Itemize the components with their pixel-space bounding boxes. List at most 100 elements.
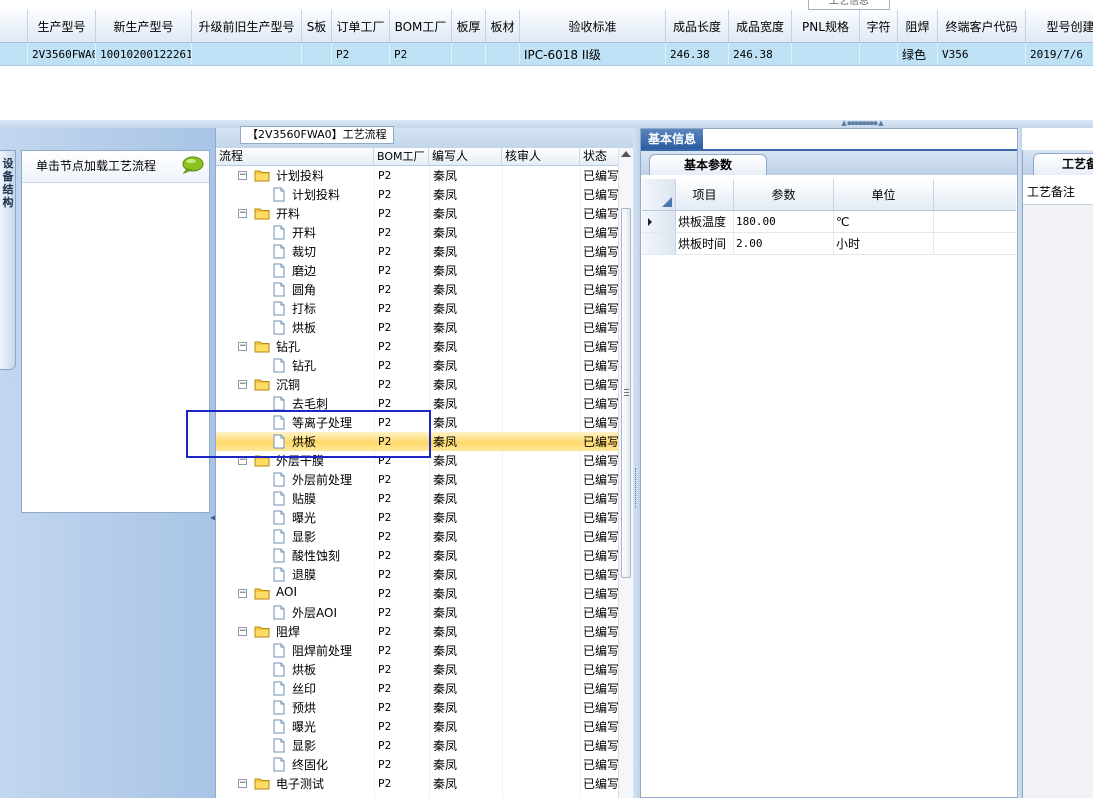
tree-row[interactable]: 阻焊前处理 P2 秦凤 已编写 — [216, 641, 618, 660]
tree-node[interactable]: 显影 — [216, 527, 374, 546]
grid-cell[interactable]: 246.38 — [729, 43, 792, 65]
tree-row[interactable]: 酸性蚀刻 P2 秦凤 已编写 — [216, 546, 618, 565]
tree-node[interactable]: 烘板 — [216, 318, 374, 337]
grid-cell[interactable] — [302, 43, 332, 65]
column-header-writer[interactable]: 编写人 — [429, 148, 502, 165]
tree-node[interactable]: 曝光 — [216, 717, 374, 736]
collapse-icon[interactable]: − — [238, 589, 247, 598]
tree-node[interactable]: − 阻焊 — [216, 622, 374, 641]
process-info-tab[interactable]: 工艺信息 — [808, 0, 890, 10]
grid-column-header[interactable] — [0, 10, 28, 42]
tree-row[interactable]: 烘板 P2 秦凤 已编写 — [216, 318, 618, 337]
tree-row[interactable]: − 计划投料 P2 秦凤 已编写 — [216, 166, 618, 185]
grid-cell[interactable] — [0, 43, 28, 65]
tree-node[interactable]: 外层AOI — [216, 603, 374, 622]
tree-row[interactable]: 磨边 P2 秦凤 已编写 — [216, 261, 618, 280]
tree-node[interactable]: 酸性蚀刻 — [216, 546, 374, 565]
splitter-grip-icon[interactable]: ▲ ▪▪▪▪▪▪▪▪ ▲ — [826, 120, 898, 127]
tab-process-remark[interactable]: 工艺备注 — [1033, 153, 1093, 175]
tree-node[interactable]: 丝印 — [216, 679, 374, 698]
collapse-icon[interactable]: − — [238, 209, 247, 218]
tree-node[interactable]: − AOI — [216, 584, 374, 603]
tree-row[interactable]: − 沉铜 P2 秦凤 已编写 — [216, 375, 618, 394]
tree-node[interactable]: 裁切 — [216, 242, 374, 261]
tree-row[interactable]: 终固化 P2 秦凤 已编写 — [216, 755, 618, 774]
tree-node[interactable]: 终固化 — [216, 755, 374, 774]
row-indicator[interactable] — [642, 211, 676, 232]
column-header-unit[interactable]: 单位 — [834, 179, 934, 210]
grid-cell[interactable] — [452, 43, 486, 65]
grid-cell[interactable]: 10010200122261 — [96, 43, 192, 65]
tree-node[interactable]: 贴膜 — [216, 489, 374, 508]
tree-row[interactable]: 开料 P2 秦凤 已编写 — [216, 223, 618, 242]
grid-cell[interactable]: IPC-6018 II级 — [520, 43, 666, 65]
grid-column-header[interactable]: 成品宽度 — [729, 10, 792, 42]
process-remark-text[interactable] — [1023, 204, 1093, 798]
grid-cell[interactable]: 2V3560FWA0 — [28, 43, 96, 65]
tree-node[interactable]: 钻孔 — [216, 356, 374, 375]
tree-node[interactable]: 开料 — [216, 223, 374, 242]
collapse-icon[interactable]: − — [238, 342, 247, 351]
tree-row[interactable]: − 开料 P2 秦凤 已编写 — [216, 204, 618, 223]
tree-node[interactable]: − 电子测试 — [216, 774, 374, 793]
grid-cell[interactable] — [792, 43, 860, 65]
column-header-item[interactable]: 项目 — [676, 179, 734, 210]
grid-cell[interactable] — [486, 43, 520, 65]
vertical-splitter-1[interactable] — [633, 128, 640, 798]
grid-corner[interactable] — [642, 179, 676, 210]
grid-cell[interactable] — [860, 43, 898, 65]
tree-row[interactable]: − 电子测试 P2 秦凤 已编写 — [216, 774, 618, 793]
grid-column-header[interactable]: 新生产型号 — [96, 10, 192, 42]
horizontal-splitter[interactable]: ▲ ▪▪▪▪▪▪▪▪ ▲ — [0, 120, 1093, 128]
speech-bubble-icon[interactable] — [180, 156, 204, 174]
tree-row[interactable]: 钻孔 P2 秦凤 已编写 — [216, 356, 618, 375]
collapse-icon[interactable]: − — [238, 627, 247, 636]
column-header-status[interactable]: 状态 — [580, 148, 618, 165]
grid-cell[interactable] — [192, 43, 302, 65]
tree-row[interactable]: 显影 P2 秦凤 已编写 — [216, 736, 618, 755]
grid-column-header[interactable]: 验收标准 — [520, 10, 666, 42]
tree-node[interactable]: 磨边 — [216, 261, 374, 280]
tree-row[interactable]: 贴膜 P2 秦凤 已编写 — [216, 489, 618, 508]
grid-column-header[interactable]: BOM工厂 — [390, 10, 452, 42]
param-unit-cell[interactable]: ℃ — [834, 211, 934, 232]
grid-column-header[interactable]: 板材 — [486, 10, 520, 42]
tree-node[interactable]: − 沉铜 — [216, 375, 374, 394]
grid-column-header[interactable]: 型号创建 — [1026, 10, 1093, 42]
param-item-cell[interactable]: 烘板时间 — [676, 233, 734, 254]
tree-node[interactable]: 打标 — [216, 299, 374, 318]
tree-node[interactable]: 曝光 — [216, 508, 374, 527]
tree-node[interactable]: − 计划投料 — [216, 166, 374, 185]
tree-node[interactable]: 烘板 — [216, 660, 374, 679]
collapse-icon[interactable]: − — [238, 380, 247, 389]
tree-row[interactable]: 预烘 P2 秦凤 已编写 — [216, 698, 618, 717]
grid-cell[interactable]: 2019/7/6 — [1026, 43, 1093, 65]
tree-row[interactable]: 曝光 P2 秦凤 已编写 — [216, 508, 618, 527]
tree-row[interactable]: 圆角 P2 秦凤 已编写 — [216, 280, 618, 299]
tree-node[interactable]: − 开料 — [216, 204, 374, 223]
tree-node[interactable]: − 钻孔 — [216, 337, 374, 356]
process-tree-scrollbar[interactable] — [618, 148, 633, 798]
tree-row[interactable]: − AOI P2 秦凤 已编写 — [216, 584, 618, 603]
grid-column-header[interactable]: PNL规格 — [792, 10, 860, 42]
param-row[interactable]: 烘板温度 180.00 ℃ — [642, 211, 1016, 233]
column-header-flow[interactable]: 流程 — [216, 148, 374, 165]
grid-cell[interactable]: P2 — [332, 43, 390, 65]
collapse-icon[interactable]: − — [238, 171, 247, 180]
tree-row[interactable]: 计划投料 P2 秦凤 已编写 — [216, 185, 618, 204]
tree-node[interactable]: 预烘 — [216, 698, 374, 717]
grid-column-header[interactable]: 成品长度 — [666, 10, 729, 42]
tree-node[interactable]: 外层前处理 — [216, 470, 374, 489]
column-header-reviewer[interactable]: 核审人 — [502, 148, 580, 165]
grid-cell[interactable]: P2 — [390, 43, 452, 65]
tree-node[interactable]: 计划投料 — [216, 185, 374, 204]
tree-node[interactable]: 圆角 — [216, 280, 374, 299]
column-header-bom[interactable]: BOM工厂 — [374, 148, 429, 165]
grid-column-header[interactable]: 生产型号 — [28, 10, 96, 42]
grid-column-header[interactable]: 板厚 — [452, 10, 486, 42]
grid-column-header[interactable]: 升级前旧生产型号 — [192, 10, 302, 42]
param-item-cell[interactable]: 烘板温度 — [676, 211, 734, 232]
tree-row[interactable]: 外层AOI P2 秦凤 已编写 — [216, 603, 618, 622]
tree-row[interactable]: − 阻焊 P2 秦凤 已编写 — [216, 622, 618, 641]
tab-basic-params[interactable]: 基本参数 — [649, 154, 767, 175]
